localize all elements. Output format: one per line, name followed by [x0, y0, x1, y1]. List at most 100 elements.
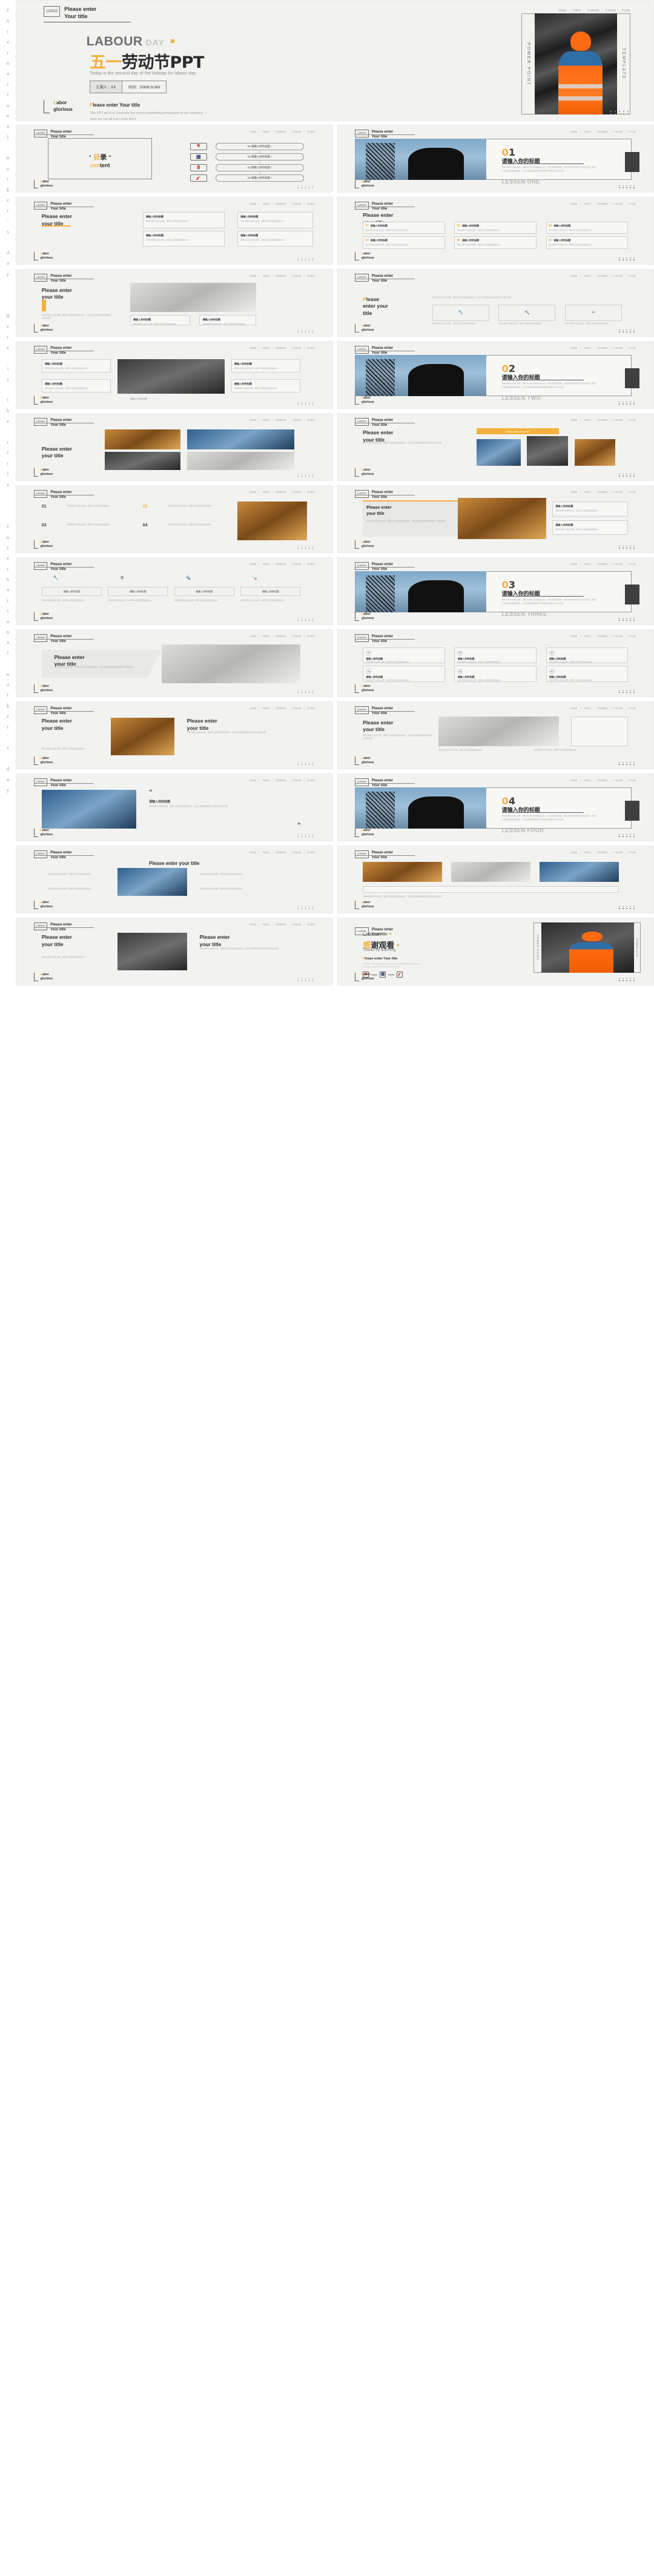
content-card[interactable]: 请输入你的标题 你的内容可以放在这里，或者可以通过复制粘贴文本	[237, 212, 314, 228]
slide-nav-item-five[interactable]: FIVE	[308, 635, 315, 638]
slide-nav-item-three[interactable]: THREE	[276, 346, 286, 349]
slide-nav[interactable]: ONE | TWO | THREE | FOUR | FIVE	[571, 274, 636, 277]
slide-nav-item-four[interactable]: FOUR	[613, 707, 623, 710]
slide-nav-item-one[interactable]: ONE	[249, 707, 256, 710]
slide-nav-item-five[interactable]: FIVE	[308, 707, 315, 710]
slide-nav-item-one[interactable]: ONE	[249, 779, 256, 782]
tool-icon-card-1[interactable]: 🔧	[432, 305, 489, 321]
cover-nav[interactable]: ONE | TWO | THREE | FOUR | FIVE	[558, 9, 630, 13]
slide-nav-item-five[interactable]: FIVE	[308, 419, 315, 422]
chip-card-03[interactable]: 03 请输入你的标题 你的内容可以放在这里，或者可以通过复制粘贴文本	[546, 647, 629, 663]
slide-nav-item-two[interactable]: TWO	[584, 202, 591, 205]
content-card[interactable]: 请输入你的标题 你的内容可以放在这里，或者可以通过复制粘贴文本	[231, 379, 301, 392]
numbered-card-04[interactable]: 04 请输入你的标题 你的内容可以放在这里，或者可以通过复制粘贴文本	[363, 236, 445, 249]
slide-nav[interactable]: ONE | TWO | THREE | FOUR | FIVE	[571, 563, 636, 566]
content-card[interactable]: 请输入你的标题 你的内容可以放在这里，或者可以通过复制粘贴文本	[142, 231, 225, 247]
slide-nav-item-four[interactable]: FOUR	[613, 274, 623, 277]
slide-nav-item-five[interactable]: FIVE	[308, 923, 315, 926]
chip-card-06[interactable]: 06 请输入你的标题 你的内容可以放在这里，或者可以通过复制粘贴文本	[546, 666, 629, 682]
slide-nav-item-three[interactable]: THREE	[597, 491, 608, 494]
slide-nav-item-two[interactable]: TWO	[262, 779, 269, 782]
slide-nav-item-one[interactable]: ONE	[571, 419, 578, 422]
chip-card-01[interactable]: 01 请输入你的标题 你的内容可以放在这里，或者可以通过复制粘贴文本	[363, 647, 445, 663]
slide-nav-item-two[interactable]: TWO	[262, 491, 269, 494]
slide-nav-item-five[interactable]: FIVE	[629, 635, 636, 638]
content-card[interactable]: 请输入你的标题 你的内容可以放在这里，或者可以通过复制粘贴文本	[41, 379, 111, 392]
slide-nav-item-three[interactable]: THREE	[597, 274, 608, 277]
slide-nav-item-one[interactable]: ONE	[249, 491, 256, 494]
slide-nav-item-four[interactable]: FOUR	[613, 491, 623, 494]
slide-nav-item-three[interactable]: THREE	[597, 779, 608, 782]
slide-nav-item-two[interactable]: TWO	[262, 635, 269, 638]
slide-nav-item-two[interactable]: TWO	[584, 779, 591, 782]
cover-nav-item-four[interactable]: FOUR	[606, 9, 616, 13]
slide-nav-item-four[interactable]: FOUR	[292, 635, 302, 638]
slide-nav-item-two[interactable]: TWO	[584, 130, 591, 133]
slide-nav[interactable]: ONE | TWO | THREE | FOUR | FIVE	[249, 274, 315, 277]
slide-nav-item-three[interactable]: THREE	[597, 202, 608, 205]
numbered-card-02[interactable]: 02 请输入你的标题 你的内容可以放在这里，或者可以通过复制粘贴文本	[454, 221, 537, 234]
content-card[interactable]: 请输入你的标题 你的内容可以放在这里，或者可以通过复制粘贴文本	[552, 520, 629, 535]
slide-nav[interactable]: ONE | TWO | THREE | FOUR | FIVE	[571, 635, 636, 638]
slide-nav-item-five[interactable]: FIVE	[308, 130, 315, 133]
toc-item-2[interactable]: 02.请输入你的标题 /	[215, 153, 304, 161]
slide-nav-item-two[interactable]: TWO	[584, 346, 591, 349]
slide-nav-item-five[interactable]: FIVE	[308, 274, 315, 277]
slide-nav-item-four[interactable]: FOUR	[613, 202, 623, 205]
slide-nav-item-four[interactable]: FOUR	[292, 779, 302, 782]
slide-nav-item-five[interactable]: FIVE	[629, 779, 636, 782]
slide-nav-item-four[interactable]: FOUR	[613, 851, 623, 854]
slide-nav-item-three[interactable]: THREE	[276, 274, 286, 277]
slide-nav-item-one[interactable]: ONE	[249, 346, 256, 349]
slide-nav-item-five[interactable]: FIVE	[629, 707, 636, 710]
slide-nav-item-one[interactable]: ONE	[249, 419, 256, 422]
slide-nav[interactable]: ONE | TWO | THREE | FOUR | FIVE	[571, 491, 636, 494]
slide-nav-item-one[interactable]: ONE	[249, 202, 256, 205]
slide-nav-item-five[interactable]: FIVE	[629, 491, 636, 494]
numbered-card-03[interactable]: 03 请输入你的标题 你的内容可以放在这里，或者可以通过复制粘贴文本	[546, 221, 629, 234]
slide-nav-item-two[interactable]: TWO	[262, 563, 269, 566]
slide-nav-item-one[interactable]: ONE	[249, 563, 256, 566]
slide-nav-item-four[interactable]: FOUR	[292, 563, 302, 566]
slide-nav-item-one[interactable]: ONE	[571, 563, 578, 566]
toc-item-3[interactable]: 03.请输入你的标题 /	[215, 164, 304, 171]
slide-nav-item-three[interactable]: THREE	[597, 563, 608, 566]
cover-nav-item-one[interactable]: ONE	[558, 9, 566, 13]
slide-nav-item-three[interactable]: THREE	[597, 707, 608, 710]
content-card[interactable]: 请输入你的标题 你的内容可以放在这里，或者可以通过复制粘贴文本	[199, 314, 257, 326]
slide-nav[interactable]: ONE | TWO | THREE | FOUR | FIVE	[249, 130, 315, 133]
slide-nav-item-one[interactable]: ONE	[571, 274, 578, 277]
slide-nav-item-one[interactable]: ONE	[249, 130, 256, 133]
slide-nav[interactable]: ONE | TWO | THREE | FOUR | FIVE	[571, 346, 636, 349]
slide-nav-item-five[interactable]: FIVE	[308, 346, 315, 349]
slide-nav-item-four[interactable]: FOUR	[292, 419, 302, 422]
slide-nav-item-four[interactable]: FOUR	[292, 274, 302, 277]
slide-nav-item-four[interactable]: FOUR	[292, 851, 302, 854]
slide-nav[interactable]: ONE | TWO | THREE | FOUR | FIVE	[249, 202, 315, 205]
step-chip-3[interactable]: 请输入你的标题	[174, 587, 234, 596]
slide-nav[interactable]: ONE | TWO | THREE | FOUR | FIVE	[249, 635, 315, 638]
slide-nav-item-one[interactable]: ONE	[571, 779, 578, 782]
content-card[interactable]: 请输入你的标题 你的内容可以放在这里，或者可以通过复制粘贴文本	[552, 502, 629, 517]
cover-nav-item-five[interactable]: FIVE	[622, 9, 630, 13]
slide-nav-item-three[interactable]: THREE	[276, 779, 286, 782]
chip-card-04[interactable]: 04 请输入你的标题 你的内容可以放在这里，或者可以通过复制粘贴文本	[363, 666, 445, 682]
step-chip-2[interactable]: 请输入你的标题	[108, 587, 168, 596]
chip-card-05[interactable]: 05 请输入你的标题 你的内容可以放在这里，或者可以通过复制粘贴文本	[454, 666, 537, 682]
slide-nav-item-four[interactable]: FOUR	[292, 491, 302, 494]
content-card[interactable]: 请输入你的标题 你的内容可以放在这里，或者可以通过复制粘贴文本	[41, 359, 111, 372]
numbered-card-01[interactable]: 01 请输入你的标题 你的内容可以放在这里，或者可以通过复制粘贴文本	[363, 221, 445, 234]
numbered-card-05[interactable]: 05 请输入你的标题 你的内容可以放在这里，或者可以通过复制粘贴文本	[454, 236, 537, 249]
slide-nav-item-one[interactable]: ONE	[249, 274, 256, 277]
slide-nav[interactable]: ONE | TWO | THREE | FOUR | FIVE	[249, 346, 315, 349]
slide-nav-item-five[interactable]: FIVE	[629, 130, 636, 133]
slide-nav-item-two[interactable]: TWO	[584, 707, 591, 710]
step-chip-4[interactable]: 请输入你的标题	[240, 587, 301, 596]
cover-nav-item-two[interactable]: TWO	[572, 9, 581, 13]
slide-nav-item-five[interactable]: FIVE	[308, 202, 315, 205]
slide-nav-item-five[interactable]: FIVE	[629, 851, 636, 854]
slide-nav-item-two[interactable]: TWO	[584, 274, 591, 277]
content-card[interactable]: 请输入你的标题 你的内容可以放在这里，或者可以通过复制粘贴文本	[237, 231, 314, 247]
tool-icon-card-3[interactable]: ✂	[564, 305, 622, 321]
slide-nav-item-four[interactable]: FOUR	[292, 707, 302, 710]
